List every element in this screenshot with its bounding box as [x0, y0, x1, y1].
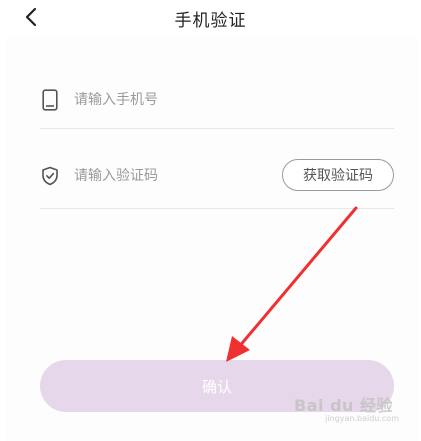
- form-card-inner: 获取验证码 确认: [6, 38, 418, 441]
- watermark-url: jingyan.baidu.com: [325, 414, 399, 423]
- get-code-button[interactable]: 获取验证码: [282, 159, 394, 191]
- phone-icon: [40, 88, 60, 112]
- code-row: 获取验证码: [40, 156, 394, 196]
- divider: [40, 208, 394, 209]
- shield-check-icon: [40, 164, 60, 188]
- code-input[interactable]: [74, 168, 254, 184]
- phone-row: [40, 80, 394, 120]
- top-bar: 手机验证: [0, 0, 421, 38]
- form-card: 获取验证码 确认: [0, 38, 421, 441]
- watermark-brand: Bai du 经验: [294, 396, 393, 415]
- phone-input[interactable]: [74, 92, 254, 108]
- page-title: 手机验证: [174, 11, 247, 31]
- divider: [40, 128, 394, 129]
